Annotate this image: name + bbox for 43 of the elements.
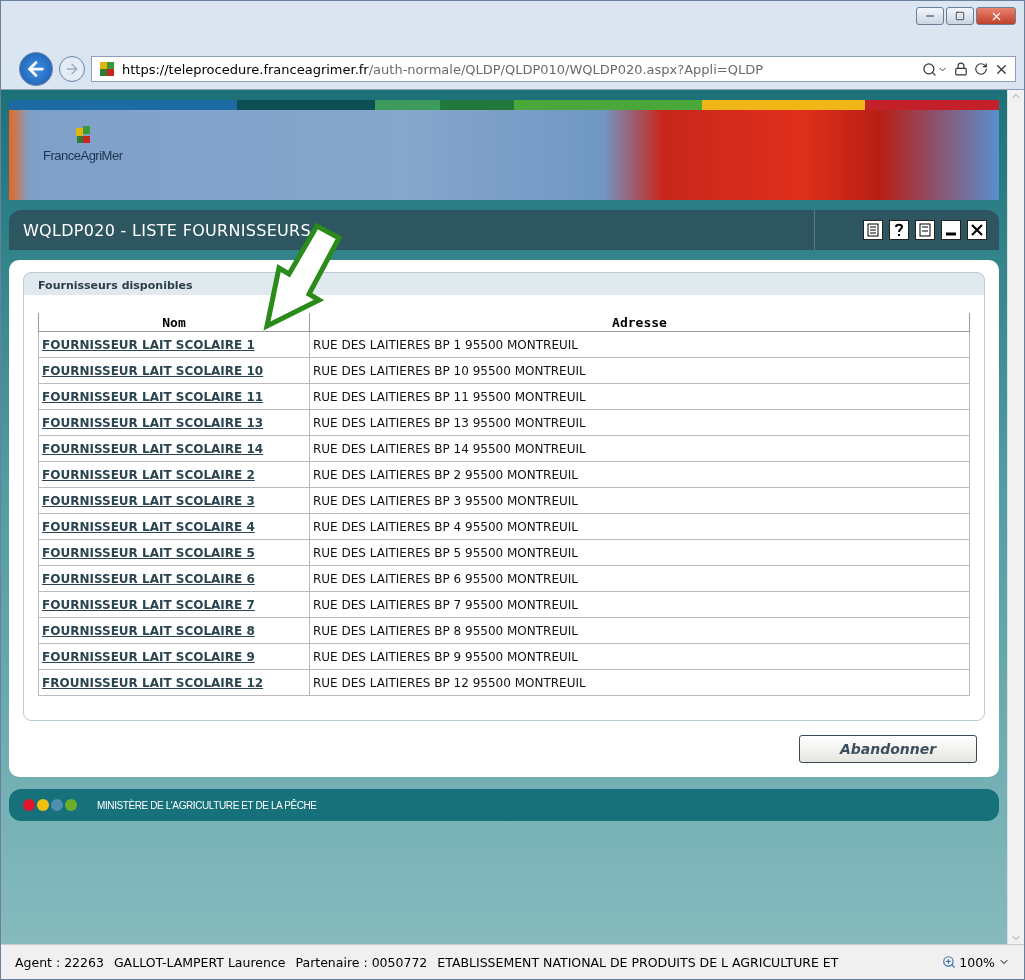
table-cell: RUE DES LAITIERES BP 13 95500 MONTREUIL bbox=[309, 409, 970, 436]
back-button[interactable] bbox=[19, 52, 53, 86]
url-text: https://teleprocedure.franceagrimer.fr/auth-normale/QLDP/QLDP010/WQLDP020.aspx?Appli=QLDP bbox=[122, 61, 765, 77]
agent-text: Agent : 22263 bbox=[15, 954, 104, 970]
table-cell: RUE DES LAITIERES BP 5 95500 MONTREUIL bbox=[309, 539, 970, 566]
close-icon[interactable] bbox=[967, 220, 987, 240]
table-cell: RUE DES LAITIERES BP 1 95500 MONTREUIL bbox=[309, 331, 970, 358]
maximize-button[interactable] bbox=[946, 7, 974, 25]
agent-name: GALLOT-LAMPERT Laurence bbox=[113, 954, 286, 970]
table-cell: RUE DES LAITIERES BP 12 95500 MONTREUIL bbox=[309, 669, 970, 696]
minimize-button[interactable] bbox=[916, 7, 944, 25]
address-field[interactable]: https://teleprocedure.franceagrimer.fr/auth-normale/QLDP/QLDP010/WQLDP020.aspx?Appli=QLDP bbox=[91, 56, 1016, 82]
table-cell: RUE DES LAITIERES BP 11 95500 MONTREUIL bbox=[309, 383, 970, 410]
table-cell: RUE DES LAITIERES BP 10 95500 MONTREUIL bbox=[309, 357, 970, 384]
table-cell: RUE DES LAITIERES BP 3 95500 MONTREUIL bbox=[309, 487, 970, 514]
lock-icon bbox=[954, 62, 968, 76]
maximize-icon bbox=[955, 11, 965, 21]
table-cell: RUE DES LAITIERES BP 9 95500 MONTREUIL bbox=[309, 643, 970, 670]
table-cell: RUE DES LAITIERES BP 14 95500 MONTREUIL bbox=[309, 435, 970, 462]
help-icon[interactable] bbox=[889, 220, 909, 240]
refresh-icon[interactable] bbox=[974, 62, 988, 76]
zoom-icon bbox=[942, 955, 957, 969]
logo-text: FranceAgriMer bbox=[43, 148, 123, 163]
document-icon[interactable] bbox=[915, 220, 935, 240]
search-icon[interactable] bbox=[922, 61, 948, 77]
partner-text: Partenaire : 0050772 bbox=[295, 954, 428, 970]
table-cell: RUE DES LAITIERES BP 2 95500 MONTREUIL bbox=[309, 461, 970, 488]
group-title: Fournisseurs disponibles bbox=[38, 277, 194, 294]
table-cell: RUE DES LAITIERES BP 4 95500 MONTREUIL bbox=[309, 513, 970, 540]
page-title: WQLDP020 - LISTE FOURNISSEURS bbox=[22, 220, 312, 240]
table-cell: RUE DES LAITIERES BP 8 95500 MONTREUIL bbox=[309, 617, 970, 644]
zoom-button[interactable]: 100% bbox=[942, 954, 1010, 970]
column-header: Adresse bbox=[309, 313, 970, 332]
table-cell: RUE DES LAITIERES BP 6 95500 MONTREUIL bbox=[309, 565, 970, 592]
arrow-right-icon bbox=[64, 61, 80, 77]
cancel-button[interactable]: Abandonner bbox=[799, 735, 977, 763]
forward-button[interactable] bbox=[59, 56, 85, 82]
minimize-icon[interactable] bbox=[941, 220, 961, 240]
organisation-text: ETABLISSEMENT NATIONAL DE PRODUITS DE L AGRICULTURE ET bbox=[437, 954, 839, 970]
site-logo-icon bbox=[98, 60, 116, 78]
footer-text: MINISTÈRE DE L'AGRICULTURE ET DE LA PÊCHE bbox=[97, 799, 317, 811]
close-button[interactable] bbox=[976, 7, 1016, 25]
table-cell: RUE DES LAITIERES BP 7 95500 MONTREUIL bbox=[309, 591, 970, 618]
